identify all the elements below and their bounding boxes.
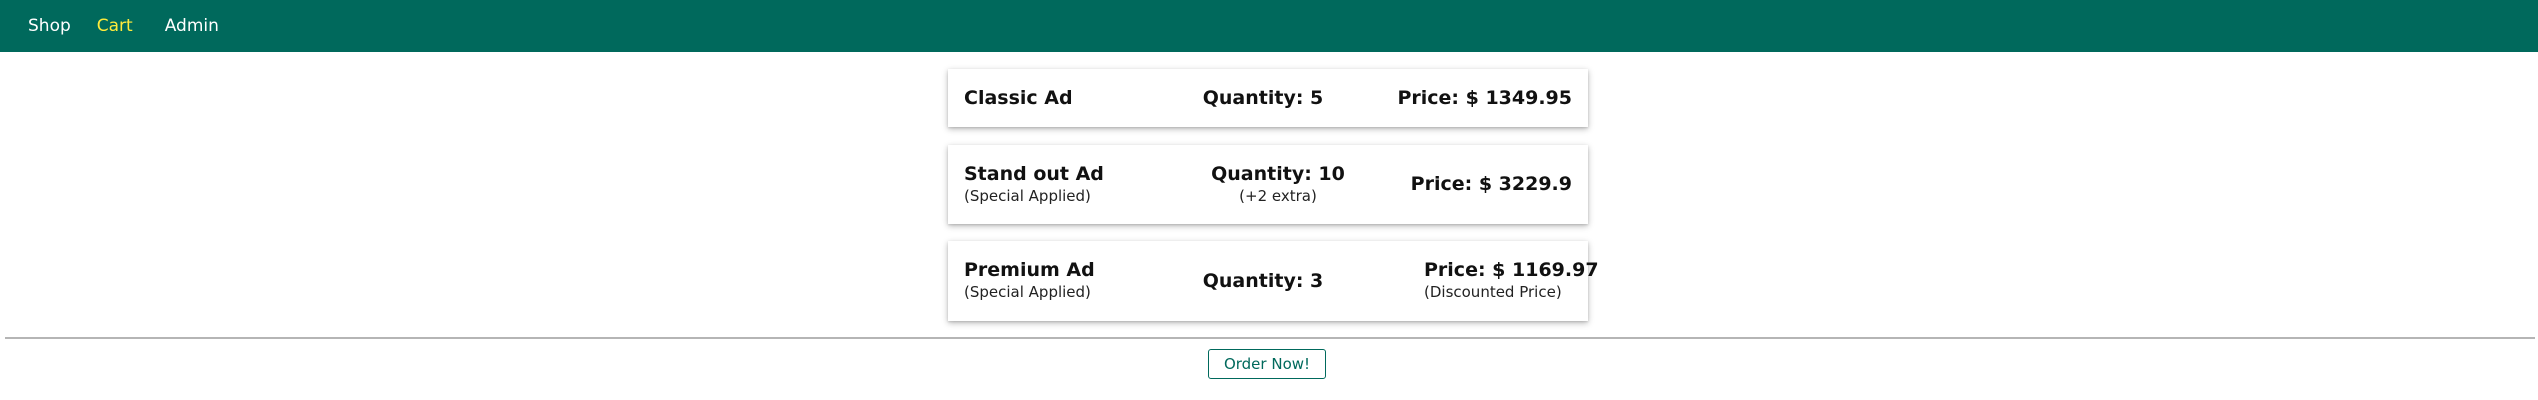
item-price-column: Price: $ 3229.9 [1411,145,1572,224]
item-special-note: (Special Applied) [964,186,1091,205]
item-quantity: Quantity: 5 [1202,86,1324,109]
nav-link-admin[interactable]: Admin [165,17,219,35]
section-divider [5,337,2535,339]
cart-item-card: Classic Ad Quantity: 5 Price: $ 1349.95 [948,69,1588,127]
item-price-column: Price: $ 1169.97 (Discounted Price) [1424,241,1599,321]
item-name: Premium Ad [964,259,1095,282]
item-name: Classic Ad [964,86,1073,109]
item-price-note: (Discounted Price) [1424,283,1562,302]
item-quantity-note: (+2 extra) [1239,186,1317,205]
nav-link-shop[interactable]: Shop [28,17,71,35]
item-quantity: Quantity: 10 [1211,162,1345,185]
item-quantity-column: Quantity: 3 [1188,241,1338,321]
nav-link-cart[interactable]: Cart [97,17,133,35]
item-name-column: Premium Ad (Special Applied) [964,241,1095,321]
order-now-button[interactable]: Order Now! [1208,349,1326,379]
item-name-column: Stand out Ad (Special Applied) [964,145,1104,224]
item-quantity: Quantity: 3 [1202,269,1324,292]
item-quantity-column: Quantity: 10 (+2 extra) [1203,145,1353,224]
item-price: Price: $ 1169.97 [1424,259,1599,282]
item-special-note: (Special Applied) [964,283,1091,302]
cart-item-card: Stand out Ad (Special Applied) Quantity:… [948,145,1588,224]
item-name: Stand out Ad [964,162,1104,185]
item-price-column: Price: $ 1349.95 [1397,69,1572,127]
top-navbar: Shop Cart Admin [0,0,2538,52]
item-price: Price: $ 1349.95 [1397,86,1572,109]
item-price: Price: $ 3229.9 [1410,173,1572,196]
item-name-column: Classic Ad [964,69,1073,127]
item-quantity-column: Quantity: 5 [1188,69,1338,127]
cart-item-card: Premium Ad (Special Applied) Quantity: 3… [948,241,1599,321]
